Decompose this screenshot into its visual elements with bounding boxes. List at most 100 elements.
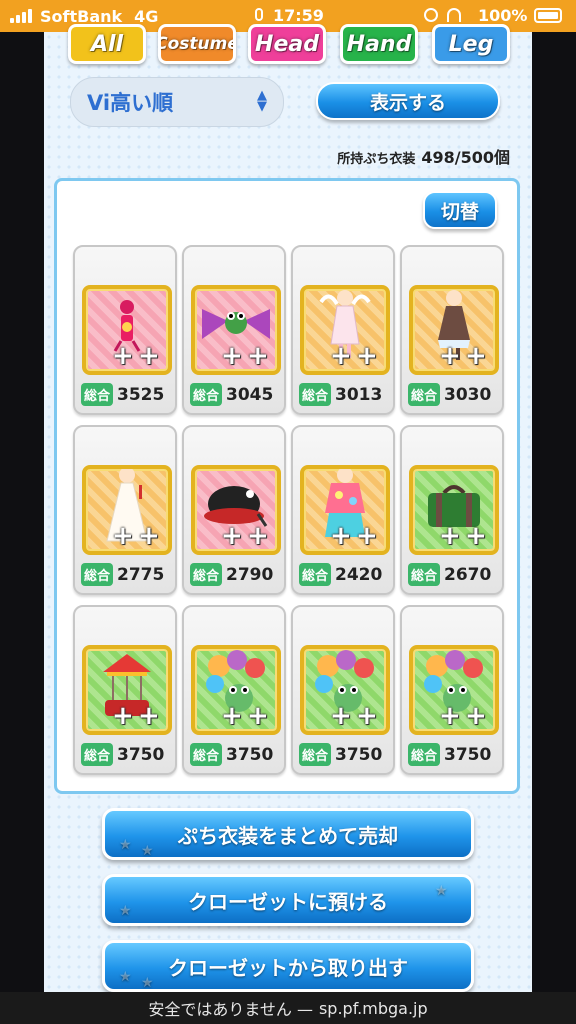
item-thumbnail: + + (82, 645, 172, 735)
withdraw-closet-label: クローゼットから取り出す (168, 955, 408, 980)
item-card[interactable]: + + 総合 3030 (400, 245, 504, 415)
item-card[interactable]: + + 総合 2775 (73, 425, 177, 595)
star-icon: ★ (141, 843, 154, 859)
owned-value: 498/500個 (421, 148, 510, 167)
score-badge: 総合 (81, 563, 114, 586)
item-card[interactable]: + + 総合 2790 (182, 425, 286, 595)
score-row: 総合 3750 (81, 743, 164, 766)
switch-button[interactable]: 切替 (423, 191, 497, 229)
star-icon: ★ (119, 903, 132, 919)
item-card[interactable]: + + 総合 3750 (400, 605, 504, 775)
bulk-sell-label: ぷち衣装をまとめて売却 (177, 823, 399, 848)
item-card[interactable]: + + 総合 2420 (291, 425, 395, 595)
plus-icon: + (247, 701, 269, 731)
score-value: 3750 (117, 744, 165, 765)
tab-label: Costume (158, 34, 236, 54)
item-card[interactable]: + + 総合 3525 (73, 245, 177, 415)
tab-leg[interactable]: Leg (432, 24, 510, 64)
battery-percentage: 100% (478, 6, 528, 25)
plus-icon: + (356, 521, 378, 551)
network-type: 4G (134, 6, 159, 26)
browser-url-bar[interactable]: 安全ではありません — sp.pf.mbga.jp (0, 992, 576, 1024)
battery-icon (534, 8, 562, 23)
tab-costume[interactable]: Costume (158, 24, 236, 64)
plus-icon: + (138, 341, 160, 371)
score-row: 総合 3750 (299, 743, 382, 766)
sort-value: Vi高い順 (87, 91, 174, 115)
chevron-updown-icon: ▲ ▼ (257, 88, 267, 114)
item-card[interactable]: + + 総合 3013 (291, 245, 395, 415)
score-row: 総合 3525 (81, 383, 164, 406)
score-value: 2420 (335, 564, 383, 585)
score-badge: 総合 (408, 743, 441, 766)
item-thumbnail: + + (191, 465, 281, 555)
plus-icon: + (112, 521, 134, 551)
plus-icon: + (112, 701, 134, 731)
url-domain: sp.pf.mbga.jp (318, 998, 428, 1018)
score-badge: 総合 (190, 743, 223, 766)
microphone-icon (255, 8, 263, 21)
item-card[interactable]: + + 総合 3750 (182, 605, 286, 775)
score-value: 2775 (117, 564, 165, 585)
item-thumbnail: + + (300, 645, 390, 735)
score-row: 総合 2790 (190, 563, 273, 586)
plus-icon: + (439, 521, 461, 551)
score-badge: 総合 (299, 563, 332, 586)
score-badge: 総合 (408, 563, 441, 586)
tab-label: All (90, 31, 124, 57)
score-value: 3013 (335, 384, 383, 405)
score-badge: 総合 (190, 383, 223, 406)
score-value: 3030 (444, 384, 492, 405)
plus-icon: + (112, 341, 134, 371)
score-value: 3750 (335, 744, 383, 765)
plus-icon: + (330, 521, 352, 551)
item-thumbnail: + + (300, 465, 390, 555)
item-card[interactable]: + + 総合 3045 (182, 245, 286, 415)
tab-label: Hand (346, 31, 412, 57)
score-row: 総合 2775 (81, 563, 164, 586)
plus-icon: + (330, 341, 352, 371)
bulk-sell-button[interactable]: ★ ★ ぷち衣装をまとめて売却 (102, 808, 474, 860)
item-panel: 切替 + + 総合 3525 + + 総合 3045 + + 総合 3013 + + 総合 3030 + + 総合 2… (54, 178, 520, 794)
score-value: 2790 (226, 564, 274, 585)
withdraw-closet-button[interactable]: ★ ★ クローゼットから取り出す (102, 940, 474, 992)
category-tabs: All Costume Head Hand Leg (64, 24, 512, 68)
score-badge: 総合 (81, 383, 114, 406)
score-value: 2670 (444, 564, 492, 585)
tab-head[interactable]: Head (248, 24, 326, 64)
score-row: 総合 3013 (299, 383, 382, 406)
item-thumbnail: + + (300, 285, 390, 375)
plus-icon: + (356, 341, 378, 371)
item-card[interactable]: + + 総合 2670 (400, 425, 504, 595)
display-button[interactable]: 表示する (316, 82, 500, 120)
tab-hand[interactable]: Hand (340, 24, 418, 64)
star-icon: ★ (435, 883, 448, 899)
score-badge: 総合 (408, 383, 441, 406)
item-thumbnail: + + (409, 285, 499, 375)
score-row: 総合 3030 (408, 383, 491, 406)
star-icon: ★ (141, 975, 154, 991)
item-thumbnail: + + (191, 285, 281, 375)
plus-icon: + (221, 341, 243, 371)
score-value: 3525 (117, 384, 165, 405)
item-thumbnail: + + (82, 285, 172, 375)
plus-icon: + (330, 701, 352, 731)
plus-icon: + (465, 341, 487, 371)
clock: 17:59 (273, 6, 324, 25)
score-badge: 総合 (299, 383, 332, 406)
security-warning: 安全ではありません — (148, 1000, 313, 1019)
sort-select[interactable]: Vi高い順 ▲ ▼ (70, 77, 284, 127)
deposit-closet-label: クローゼットに預ける (188, 889, 388, 914)
star-icon: ★ (119, 837, 132, 853)
plus-icon: + (439, 341, 461, 371)
owned-label: 所持ぷち衣装 (337, 152, 416, 167)
game-screen: All Costume Head Hand Leg Vi高い順 ▲ ▼ 表示する … (44, 24, 532, 992)
item-thumbnail: + + (191, 645, 281, 735)
item-card[interactable]: + + 総合 3750 (73, 605, 177, 775)
deposit-closet-button[interactable]: ★ ★ クローゼットに預ける (102, 874, 474, 926)
tab-all[interactable]: All (68, 24, 146, 64)
item-card[interactable]: + + 総合 3750 (291, 605, 395, 775)
item-thumbnail: + + (82, 465, 172, 555)
score-value: 3045 (226, 384, 274, 405)
plus-icon: + (247, 521, 269, 551)
